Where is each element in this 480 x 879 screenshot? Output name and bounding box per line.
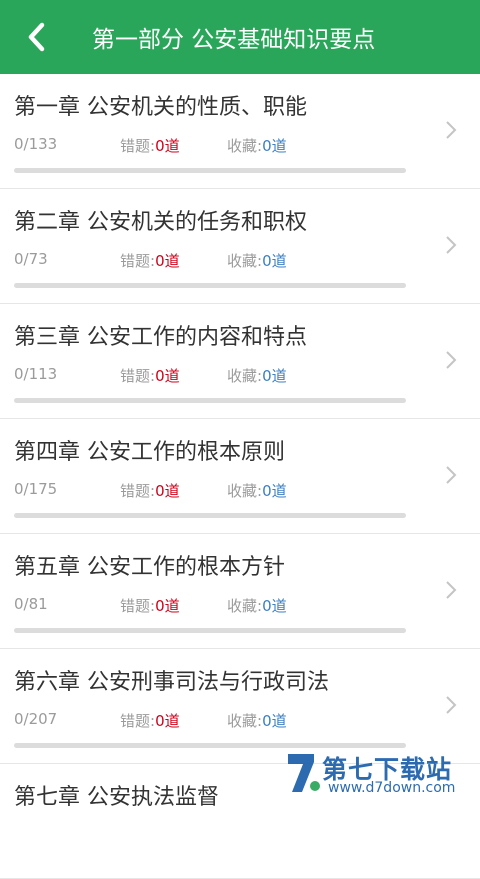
favorite-count: 0道 [262, 597, 287, 615]
favorites: 收藏:0道 [227, 480, 287, 501]
watermark-url: www.d7down.com [328, 780, 456, 796]
chapter-title: 第六章 公安刑事司法与行政司法 [14, 670, 329, 695]
chapter-title: 第二章 公安机关的任务和职权 [14, 210, 307, 235]
wrong-label: 错题: [120, 482, 156, 500]
favorite-count: 0道 [262, 367, 287, 385]
chapter-title: 第四章 公安工作的根本原则 [14, 440, 285, 465]
wrong-count: 0道 [155, 597, 180, 615]
favorite-count: 0道 [262, 137, 287, 155]
progress-count: 0/81 [14, 595, 48, 613]
chevron-right-icon [446, 121, 457, 139]
favorites: 收藏:0道 [227, 710, 287, 731]
wrong-count: 0道 [155, 252, 180, 270]
wrong-count: 0道 [155, 367, 180, 385]
progress-count: 0/133 [14, 135, 58, 153]
wrong-count: 0道 [155, 137, 180, 155]
progress-count: 0/113 [14, 365, 58, 383]
progress-bar [14, 168, 406, 173]
back-button[interactable] [20, 18, 56, 56]
chapter-title: 第三章 公安工作的内容和特点 [14, 325, 307, 350]
progress-count: 0/73 [14, 250, 48, 268]
app-header: 第一部分 公安基础知识要点 [0, 0, 480, 74]
chevron-left-icon [28, 22, 45, 52]
favorite-label: 收藏: [227, 137, 263, 155]
chapter-item[interactable]: 第二章 公安机关的任务和职权 0/73 错题:0道 收藏:0道 [0, 189, 480, 304]
progress-bar [14, 283, 406, 288]
chevron-right-icon [446, 236, 457, 254]
favorites: 收藏:0道 [227, 365, 287, 386]
favorite-count: 0道 [262, 482, 287, 500]
wrong-questions: 错题:0道 [120, 480, 180, 501]
favorite-count: 0道 [262, 252, 287, 270]
chapter-item[interactable]: 第五章 公安工作的根本方针 0/81 错题:0道 收藏:0道 [0, 534, 480, 649]
chapter-item[interactable]: 第一章 公安机关的性质、职能 0/133 错题:0道 收藏:0道 [0, 74, 480, 189]
progress-count: 0/175 [14, 480, 58, 498]
wrong-label: 错题: [120, 712, 156, 730]
chapter-title: 第一章 公安机关的性质、职能 [14, 95, 307, 120]
chapter-title: 第五章 公安工作的根本方针 [14, 555, 285, 580]
wrong-questions: 错题:0道 [120, 135, 180, 156]
page-title: 第一部分 公安基础知识要点 [92, 27, 376, 53]
wrong-label: 错题: [120, 597, 156, 615]
favorite-label: 收藏: [227, 482, 263, 500]
chapter-item[interactable]: 第三章 公安工作的内容和特点 0/113 错题:0道 收藏:0道 [0, 304, 480, 419]
progress-bar [14, 513, 406, 518]
progress-count: 0/207 [14, 710, 58, 728]
wrong-count: 0道 [155, 482, 180, 500]
favorites: 收藏:0道 [227, 595, 287, 616]
favorites: 收藏:0道 [227, 250, 287, 271]
wrong-count: 0道 [155, 712, 180, 730]
favorite-label: 收藏: [227, 252, 263, 270]
chevron-right-icon [446, 351, 457, 369]
wrong-questions: 错题:0道 [120, 710, 180, 731]
chevron-right-icon [446, 466, 457, 484]
favorites: 收藏:0道 [227, 135, 287, 156]
chapter-title: 第七章 公安执法监督 [14, 785, 219, 810]
watermark-logo-icon [288, 754, 320, 792]
wrong-label: 错题: [120, 367, 156, 385]
favorite-count: 0道 [262, 712, 287, 730]
favorite-label: 收藏: [227, 712, 263, 730]
chevron-right-icon [446, 696, 457, 714]
chevron-right-icon [446, 581, 457, 599]
progress-bar [14, 398, 406, 403]
site-watermark: 第七下载站 www.d7down.com [284, 744, 480, 800]
chapter-item[interactable]: 第四章 公安工作的根本原则 0/175 错题:0道 收藏:0道 [0, 419, 480, 534]
wrong-label: 错题: [120, 137, 156, 155]
wrong-questions: 错题:0道 [120, 365, 180, 386]
progress-bar [14, 628, 406, 633]
wrong-questions: 错题:0道 [120, 595, 180, 616]
favorite-label: 收藏: [227, 367, 263, 385]
favorite-label: 收藏: [227, 597, 263, 615]
wrong-label: 错题: [120, 252, 156, 270]
wrong-questions: 错题:0道 [120, 250, 180, 271]
